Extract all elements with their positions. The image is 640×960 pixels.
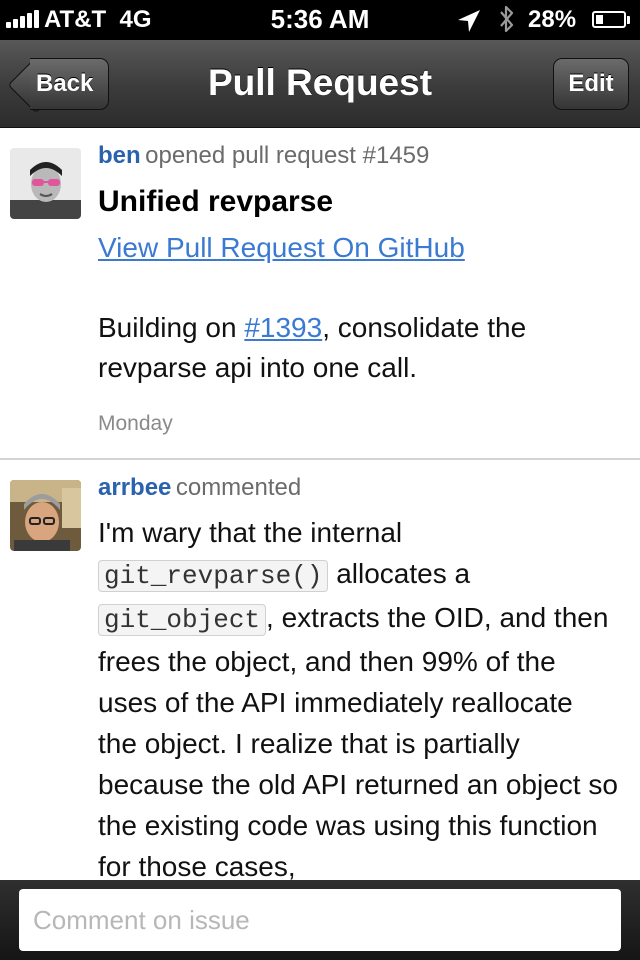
code-git-object: git_object — [98, 604, 267, 636]
comment-text-3: , extracts the OID, and then frees the o… — [98, 602, 618, 880]
comment-header: arrbee commented — [98, 474, 618, 502]
battery-percent: 28% — [528, 6, 577, 33]
view-on-github-link[interactable]: View Pull Request On GitHub — [98, 232, 465, 264]
pr-body-text-1: Building on — [98, 312, 245, 343]
comment-bar — [0, 880, 640, 960]
timeline[interactable]: ben opened pull request #1459 Unified re… — [0, 128, 640, 880]
comment-action: commented — [175, 474, 302, 501]
status-bar: AT&T 4G 5:36 AM 28% — [0, 0, 640, 40]
comment-text-1: I'm wary that the internal — [98, 517, 403, 548]
issue-1393-link[interactable]: #1393 — [244, 312, 322, 343]
navigation-bar: Back Pull Request Edit — [0, 40, 640, 128]
avatar-ben[interactable] — [10, 148, 81, 219]
pr-body: Building on #1393, consolidate the revpa… — [98, 308, 618, 388]
location-arrow-icon — [458, 10, 480, 32]
battery-icon — [592, 11, 626, 28]
pr-header: ben opened pull request #1459 — [98, 142, 618, 170]
code-git-revparse: git_revparse() — [98, 560, 329, 592]
comment-input[interactable] — [19, 889, 621, 951]
battery-cap — [627, 16, 630, 24]
pr-date: Monday — [98, 412, 173, 435]
pr-author[interactable]: ben — [98, 142, 141, 169]
pr-action: opened pull request #1459 — [145, 142, 430, 169]
avatar-arrbee[interactable] — [10, 480, 81, 551]
comment-text-2: allocates a — [328, 558, 471, 589]
bluetooth-icon — [500, 5, 514, 33]
edit-button[interactable]: Edit — [553, 58, 629, 110]
page-title: Pull Request — [207, 62, 433, 103]
pr-title: Unified revparse — [98, 185, 334, 218]
comment-body: I'm wary that the internal git_revparse(… — [98, 512, 618, 880]
comment-author[interactable]: arrbee — [98, 474, 171, 501]
pull-request-item: ben opened pull request #1459 Unified re… — [0, 128, 640, 460]
